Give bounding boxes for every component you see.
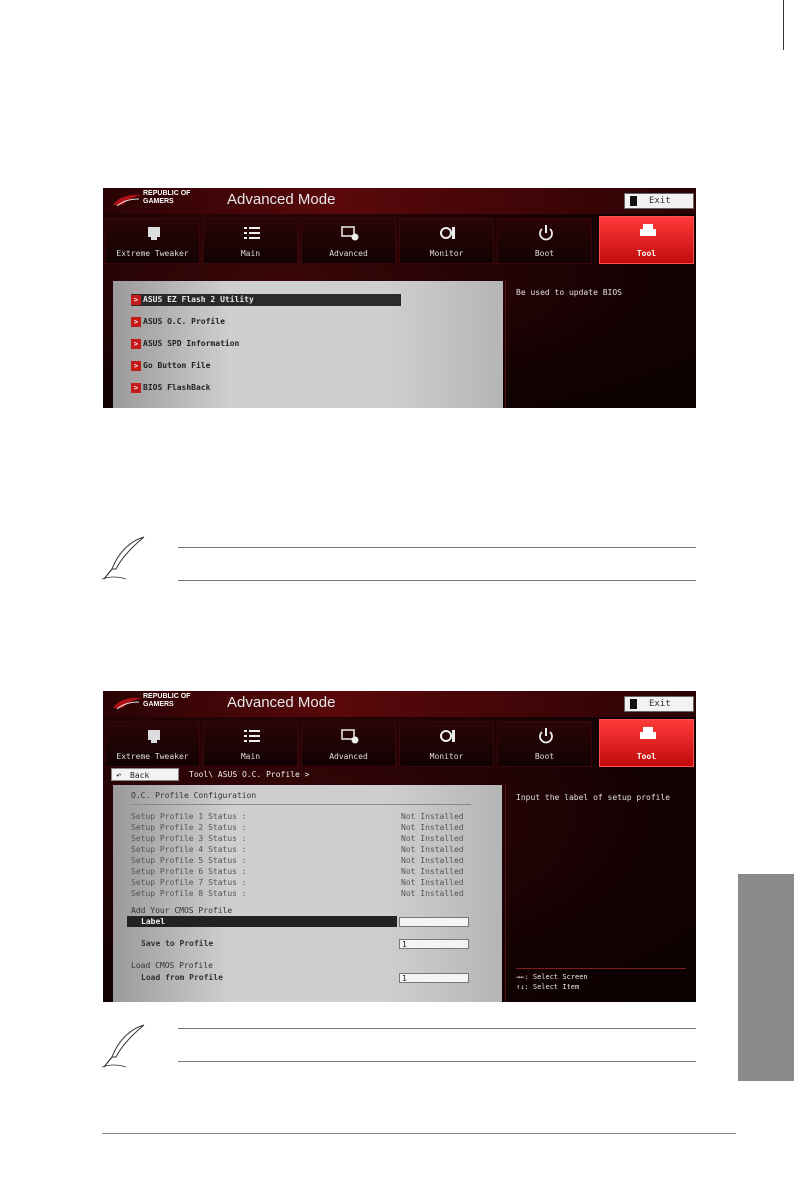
tab-extreme-tweaker[interactable]: Extreme Tweaker <box>105 218 200 264</box>
mode-title: Advanced Mode <box>227 191 336 208</box>
title-bar: REPUBLIC OF GAMERS Advanced Mode Exit <box>103 691 696 717</box>
tab-monitor[interactable]: Monitor <box>399 721 494 767</box>
chapter-side-tab <box>738 874 794 1081</box>
menu-panel: > ASUS EZ Flash 2 Utility > ASUS O.C. Prof… <box>113 281 503 408</box>
profile-status-row: Setup Profile 2 Status : Not Installed <box>131 823 464 832</box>
section-title-load-profile: Load CMOS Profile <box>131 961 213 970</box>
menu-item-go-button-file[interactable]: > Go Button File <box>131 360 401 372</box>
brand-text: REPUBLIC OF GAMERS <box>143 693 191 708</box>
note-block <box>100 535 700 583</box>
profile-status-row: Setup Profile 3 Status : Not Installed <box>131 834 464 843</box>
help-panel: Input the label of setup profile →←: Sel… <box>505 783 696 1002</box>
exit-button[interactable]: Exit <box>624 696 694 712</box>
profile-status-row: Setup Profile 4 Status : Not Installed <box>131 845 464 854</box>
key-hint-select-item: ↑↓: Select Item <box>516 983 580 991</box>
list-icon <box>244 730 260 742</box>
printer-tool-icon <box>640 727 656 739</box>
note-rule-bottom <box>178 1061 696 1062</box>
list-icon <box>244 227 260 239</box>
footer-rule <box>102 1133 736 1134</box>
tab-main[interactable]: Main <box>203 218 298 264</box>
exit-door-icon <box>630 196 637 206</box>
mode-title: Advanced Mode <box>227 694 336 711</box>
help-panel: Be used to update BIOS <box>505 280 696 408</box>
profile-status-row: Setup Profile 6 Status : Not Installed <box>131 867 464 876</box>
note-block <box>100 1015 700 1068</box>
exit-button[interactable]: Exit <box>624 193 694 209</box>
tab-boot[interactable]: Boot <box>497 218 592 264</box>
monitor-chip-icon <box>148 730 160 743</box>
power-icon <box>539 225 553 241</box>
monitor-chip-icon <box>148 227 160 240</box>
menu-item-ez-flash[interactable]: > ASUS EZ Flash 2 Utility <box>131 294 401 306</box>
menu-item-oc-profile[interactable]: > ASUS O.C. Profile <box>131 316 401 328</box>
back-button[interactable]: ↶ Back <box>111 768 179 781</box>
rog-logo-icon <box>113 194 143 207</box>
tab-tool[interactable]: Tool <box>599 719 694 767</box>
menu-item-bios-flashback[interactable]: > BIOS FlashBack <box>131 382 401 394</box>
profile-status-row: Setup Profile 7 Status : Not Installed <box>131 878 464 887</box>
breadcrumb: Tool\ ASUS O.C. Profile > <box>189 770 310 779</box>
exit-door-icon <box>630 699 637 709</box>
tab-extreme-tweaker[interactable]: Extreme Tweaker <box>105 721 200 767</box>
settings-panel: O.C. Profile Configuration Setup Profile… <box>113 785 502 1002</box>
label-input[interactable] <box>399 917 469 927</box>
load-from-profile-row[interactable]: Load from Profile <box>127 972 397 983</box>
chevron-right-icon: > <box>131 316 141 327</box>
note-rule-top <box>178 547 696 548</box>
crop-mark <box>783 0 784 50</box>
help-text: Be used to update BIOS <box>516 288 622 297</box>
printer-tool-icon <box>640 224 656 236</box>
advanced-settings-icon <box>341 729 359 744</box>
back-arrow-icon: ↶ <box>116 771 122 781</box>
key-hint-select-screen: →←: Select Screen <box>516 973 588 981</box>
save-profile-number-input[interactable]: 1 <box>399 939 469 949</box>
section-title-config: O.C. Profile Configuration <box>131 791 257 800</box>
tab-main[interactable]: Main <box>203 721 298 767</box>
note-rule-bottom <box>178 580 696 581</box>
section-divider <box>131 804 471 805</box>
feather-note-icon <box>101 1024 145 1068</box>
profile-status-row: Setup Profile 1 Status : Not Installed <box>131 812 464 821</box>
brand-text: REPUBLIC OF GAMERS <box>143 190 191 205</box>
chevron-right-icon: > <box>131 382 141 393</box>
tab-monitor[interactable]: Monitor <box>399 218 494 264</box>
title-bar: REPUBLIC OF GAMERS Advanced Mode Exit <box>103 188 696 214</box>
fan-icon <box>440 730 455 742</box>
feather-note-icon <box>101 536 145 580</box>
save-to-profile-row[interactable]: Save to Profile <box>127 938 397 949</box>
tab-tool[interactable]: Tool <box>599 216 694 264</box>
tab-advanced[interactable]: Advanced <box>301 218 396 264</box>
chevron-right-icon: > <box>131 338 141 349</box>
profile-status-row: Setup Profile 5 Status : Not Installed <box>131 856 464 865</box>
tab-advanced[interactable]: Advanced <box>301 721 396 767</box>
power-icon <box>539 728 553 744</box>
fan-icon <box>440 227 455 239</box>
menu-item-spd-information[interactable]: > ASUS SPD Information <box>131 338 401 350</box>
note-rule-top <box>178 1028 696 1029</box>
help-text: Input the label of setup profile <box>516 793 671 802</box>
bios-screenshot-oc-profile: REPUBLIC OF GAMERS Advanced Mode Exit Ext… <box>103 691 696 1002</box>
tab-bar: Extreme Tweaker Main Advanced Monitor Bo… <box>103 216 696 264</box>
tab-boot[interactable]: Boot <box>497 721 592 767</box>
load-profile-number-input[interactable]: 1 <box>399 973 469 983</box>
section-title-add-profile: Add Your CMOS Profile <box>131 906 233 915</box>
help-divider <box>516 968 686 969</box>
chevron-right-icon: > <box>131 294 141 305</box>
label-field-row[interactable]: Label <box>127 916 397 927</box>
tab-bar: Extreme Tweaker Main Advanced Monitor Bo… <box>103 719 696 767</box>
rog-logo-icon <box>113 697 143 710</box>
bios-screenshot-tool-menu: REPUBLIC OF GAMERS Advanced Mode Exit Ext… <box>103 188 696 408</box>
profile-status-row: Setup Profile 8 Status : Not Installed <box>131 889 464 898</box>
advanced-settings-icon <box>341 226 359 241</box>
chevron-right-icon: > <box>131 360 141 371</box>
